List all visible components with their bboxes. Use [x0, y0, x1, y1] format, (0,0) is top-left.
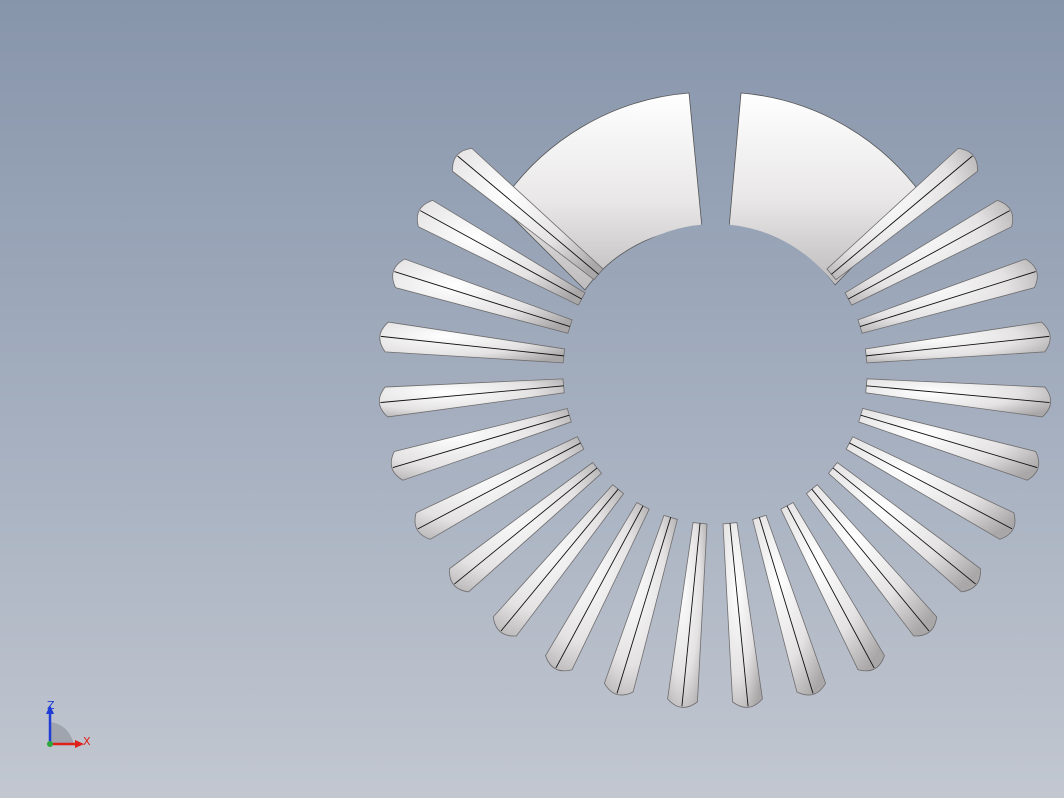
gear-tooth [864, 321, 1051, 364]
graphics-viewport[interactable]: Z X [0, 0, 1064, 798]
axis-triad: Z X [38, 696, 98, 756]
gear-tooth [722, 522, 763, 708]
gear-teeth [378, 147, 1052, 708]
gear-tooth [865, 378, 1052, 418]
gear-tooth [379, 321, 566, 364]
x-axis-label: X [83, 735, 91, 748]
z-axis-label: Z [47, 699, 55, 712]
gear-tooth [667, 522, 708, 708]
origin-point [47, 741, 53, 747]
gear-model[interactable] [0, 0, 1064, 798]
gear-tooth [378, 378, 565, 418]
